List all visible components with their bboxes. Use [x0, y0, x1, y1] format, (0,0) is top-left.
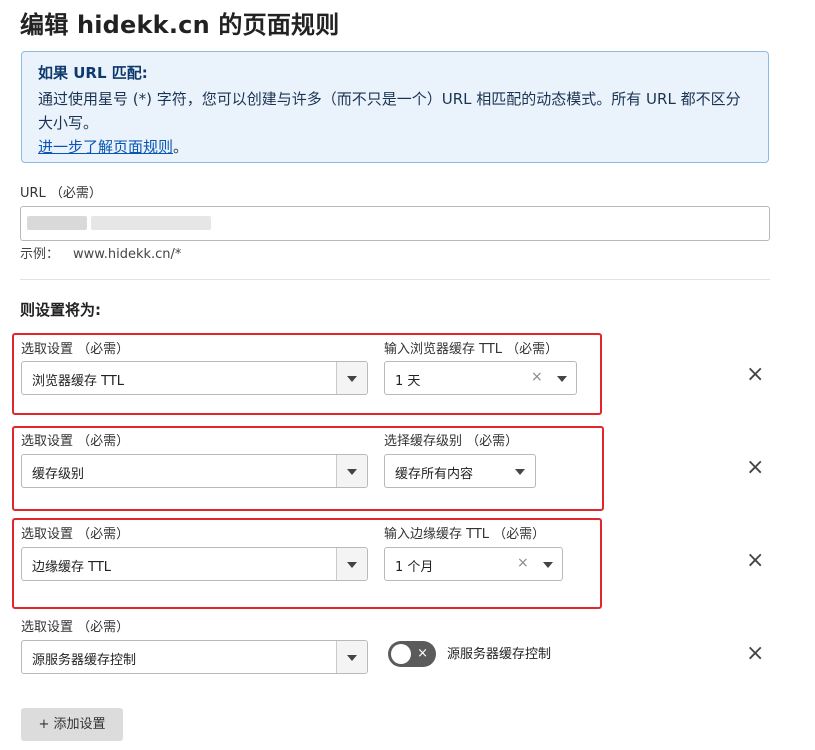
divider [20, 279, 770, 280]
info-box: 如果 URL 匹配: 通过使用星号 (*) 字符，您可以创建与许多（而不只是一个… [21, 51, 769, 163]
chevron-down-icon [347, 655, 357, 661]
setting-select-value: 源服务器缓存控制 [32, 653, 137, 668]
select-setting-label: 选取设置 （必需） [21, 620, 130, 635]
chevron-down-icon [347, 562, 357, 568]
cache-level-value: 缓存所有内容 [395, 467, 474, 482]
redacted-text [91, 216, 211, 230]
select-setting-label: 选取设置 （必需） [21, 342, 130, 357]
toggle-off-icon: × [417, 646, 428, 661]
page-title: 编辑 hidekk.cn 的页面规则 [20, 11, 340, 39]
setting-select-value: 缓存级别 [32, 467, 85, 482]
setting-select[interactable]: 浏览器缓存 TTL [21, 361, 368, 395]
learn-more-link[interactable]: 进一步了解页面规则 [38, 138, 173, 156]
clear-icon[interactable]: × [517, 555, 529, 571]
toggle-label: 源服务器缓存控制 [447, 647, 552, 662]
select-setting-label: 选取设置 （必需） [21, 527, 130, 542]
chevron-down-icon[interactable] [515, 469, 525, 475]
cache-level-select[interactable]: 缓存所有内容 [384, 454, 536, 488]
remove-setting-button[interactable]: × [746, 550, 764, 572]
value-label: 输入边缘缓存 TTL （必需） [384, 527, 546, 542]
info-body: 通过使用星号 (*) 字符，您可以创建与许多（而不只是一个）URL 相匹配的动态… [38, 90, 741, 132]
remove-setting-button[interactable]: × [746, 457, 764, 479]
value-label: 输入浏览器缓存 TTL （必需） [384, 342, 559, 357]
ttl-select[interactable]: 1 天 × [384, 361, 577, 395]
select-setting-label: 选取设置 （必需） [21, 434, 130, 449]
settings-section-title: 则设置将为: [20, 301, 101, 319]
toggle-knob [391, 644, 411, 664]
url-example: 示例： www.hidekk.cn/* [20, 243, 181, 262]
setting-select[interactable]: 源服务器缓存控制 [21, 640, 368, 674]
example-label: 示例： [20, 247, 60, 262]
chevron-down-icon [347, 376, 357, 382]
origin-cache-control-toggle[interactable]: × [388, 641, 436, 667]
value-label: 选择缓存级别 （必需） [384, 434, 519, 449]
edge-ttl-value: 1 个月 [395, 560, 434, 575]
setting-select[interactable]: 边缘缓存 TTL [21, 547, 368, 581]
url-label: URL （必需） [20, 186, 102, 201]
remove-setting-button[interactable]: × [746, 364, 764, 386]
url-input[interactable] [20, 206, 770, 241]
chevron-down-icon [347, 469, 357, 475]
example-value: www.hidekk.cn/* [73, 247, 182, 262]
chevron-down-icon[interactable] [557, 376, 567, 382]
dropdown-button[interactable] [336, 641, 367, 673]
link-suffix: 。 [173, 138, 189, 156]
edge-ttl-select[interactable]: 1 个月 × [384, 547, 563, 581]
dropdown-button[interactable] [336, 362, 367, 394]
setting-select-value: 浏览器缓存 TTL [32, 374, 125, 389]
clear-icon[interactable]: × [531, 369, 543, 385]
remove-setting-button[interactable]: × [746, 643, 764, 665]
chevron-down-icon[interactable] [543, 562, 553, 568]
add-setting-button[interactable]: + 添加设置 [21, 708, 123, 741]
setting-select-value: 边缘缓存 TTL [32, 560, 112, 575]
redacted-text [27, 216, 87, 230]
setting-select[interactable]: 缓存级别 [21, 454, 368, 488]
dropdown-button[interactable] [336, 548, 367, 580]
dropdown-button[interactable] [336, 455, 367, 487]
info-title: 如果 URL 匹配: [38, 64, 148, 82]
ttl-select-value: 1 天 [395, 374, 421, 389]
